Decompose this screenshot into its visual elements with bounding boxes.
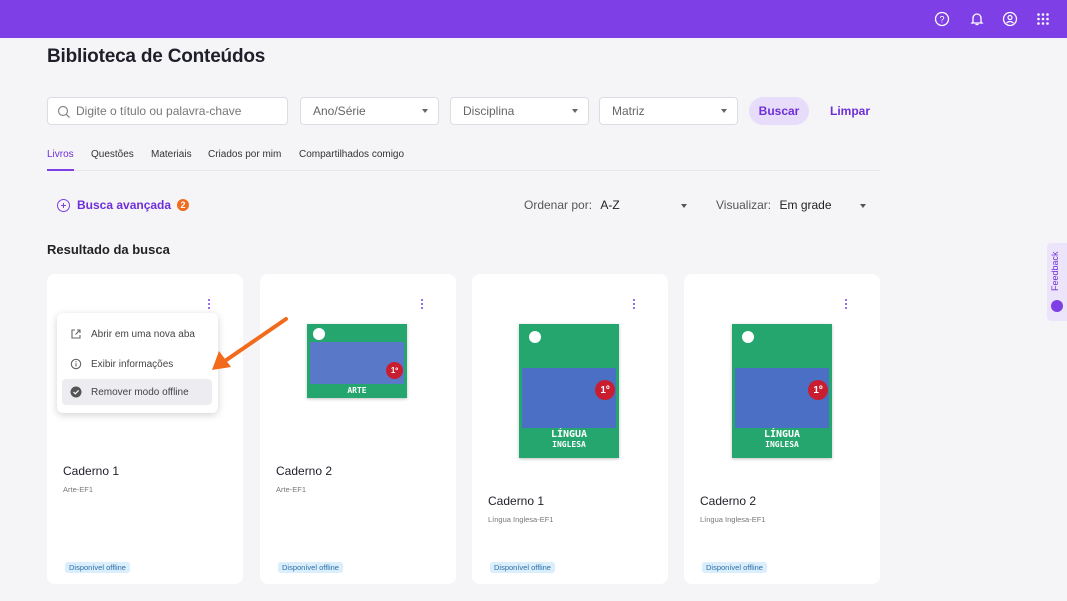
chevron-down-icon [681,204,687,208]
search-placeholder: Digite o título ou palavra-chave [76,104,242,118]
context-menu: Abrir em uma nova aba Exibir informações… [57,313,218,413]
search-input[interactable]: Digite o título ou palavra-chave [47,97,288,125]
external-link-icon [71,329,81,339]
card-title: Caderno 2 [276,464,333,478]
page-title: Biblioteca de Conteúdos [47,46,266,67]
user-circle-icon[interactable] [1001,10,1019,28]
book-cover[interactable]: 1º LÍNGUA INGLESA [732,324,832,458]
card-title: Caderno 2 [700,494,757,508]
sort-select[interactable]: Ordenar por: A-Z [524,198,620,212]
grade-badge: 1º [595,380,615,400]
book-cover[interactable]: 1º ARTE [307,324,407,398]
card-title: Caderno 1 [63,464,120,478]
advanced-search-label: Busca avançada [77,198,172,212]
tab-questoes[interactable]: Questões [91,149,134,171]
filter-count-badge: 2 [177,199,190,211]
tab-criados-por-mim[interactable]: Criados por mim [208,149,281,171]
book-cover-title-line1: LÍNGUA [550,429,588,440]
book-cover[interactable]: 1º LÍNGUA INGLESA [519,324,619,458]
menu-item-label: Exibir informações [91,358,174,370]
card-subtitle: Arte-EF1 [63,485,94,494]
results-title: Resultado da busca [47,242,170,257]
menu-item-remove-offline[interactable]: Remover modo offline [62,379,212,405]
tab-materiais[interactable]: Materiais [151,149,192,171]
chevron-down-icon [572,109,578,113]
chevron-down-icon [422,109,428,113]
view-value: Em grade [779,198,832,212]
view-select[interactable]: Visualizar: Em grade [716,198,832,212]
tab-livros[interactable]: Livros [47,149,74,171]
grade-select[interactable]: Ano/Série [300,97,439,125]
more-options-icon[interactable] [631,299,637,313]
tab-compartilhados[interactable]: Compartilhados comigo [299,149,404,171]
matrix-select[interactable]: Matriz [599,97,738,125]
subject-select[interactable]: Disciplina [450,97,589,125]
bell-icon[interactable] [968,10,986,28]
chevron-down-icon [721,109,727,113]
card-subtitle: Língua Inglesa-EF1 [700,515,766,524]
more-options-icon[interactable] [843,299,849,313]
logo-icon [313,328,325,340]
info-icon [70,358,82,370]
menu-item-label: Remover modo offline [91,386,189,398]
card-subtitle: Língua Inglesa-EF1 [488,515,554,524]
grade-select-label: Ano/Série [313,104,366,118]
offline-badge: Disponível offline [278,562,343,573]
book-cover-title-line2: INGLESA [552,440,586,449]
sort-label: Ordenar por: [524,198,593,212]
logo-icon [529,331,541,343]
menu-item-show-info[interactable]: Exibir informações [62,351,212,377]
card-subtitle: Arte-EF1 [276,485,307,494]
content-tabs: Livros Questões Materiais Criados por mi… [47,149,880,171]
more-options-icon[interactable] [206,299,212,313]
matrix-select-label: Matriz [612,104,645,118]
check-circle-icon [70,386,82,398]
feedback-label: Feedback [1050,251,1060,291]
grade-badge: 1º [808,380,828,400]
card-title: Caderno 1 [488,494,545,508]
search-icon [57,105,70,118]
top-bar: ? [0,0,1067,38]
smile-icon [1051,300,1063,312]
clear-button[interactable]: Limpar [830,97,870,125]
offline-badge: Disponível offline [490,562,555,573]
chevron-down-icon [860,204,866,208]
feedback-tab[interactable]: Feedback [1047,243,1067,321]
menu-item-label: Abrir em uma nova aba [91,328,195,340]
logo-icon [742,331,754,343]
help-circle-icon[interactable]: ? [933,10,951,28]
search-button[interactable]: Buscar [749,97,809,125]
apps-grid-icon[interactable] [1034,10,1052,28]
grade-badge: 1º [386,362,403,379]
book-cover-title-line2: INGLESA [765,440,799,449]
view-label: Visualizar: [716,198,772,212]
subject-select-label: Disciplina [463,104,515,118]
menu-item-open-new-tab[interactable]: Abrir em uma nova aba [62,321,212,347]
more-options-icon[interactable] [419,299,425,313]
offline-badge: Disponível offline [702,562,767,573]
advanced-search-button[interactable]: Busca avançada 2 [57,198,190,212]
offline-badge: Disponível offline [65,562,130,573]
book-cover-title: ARTE [347,386,367,395]
annotation-arrow-icon [212,317,288,370]
book-cover-title-line1: LÍNGUA [763,429,801,440]
sort-value: A-Z [600,198,620,212]
svg-text:?: ? [939,14,944,24]
plus-circle-icon [57,198,70,212]
